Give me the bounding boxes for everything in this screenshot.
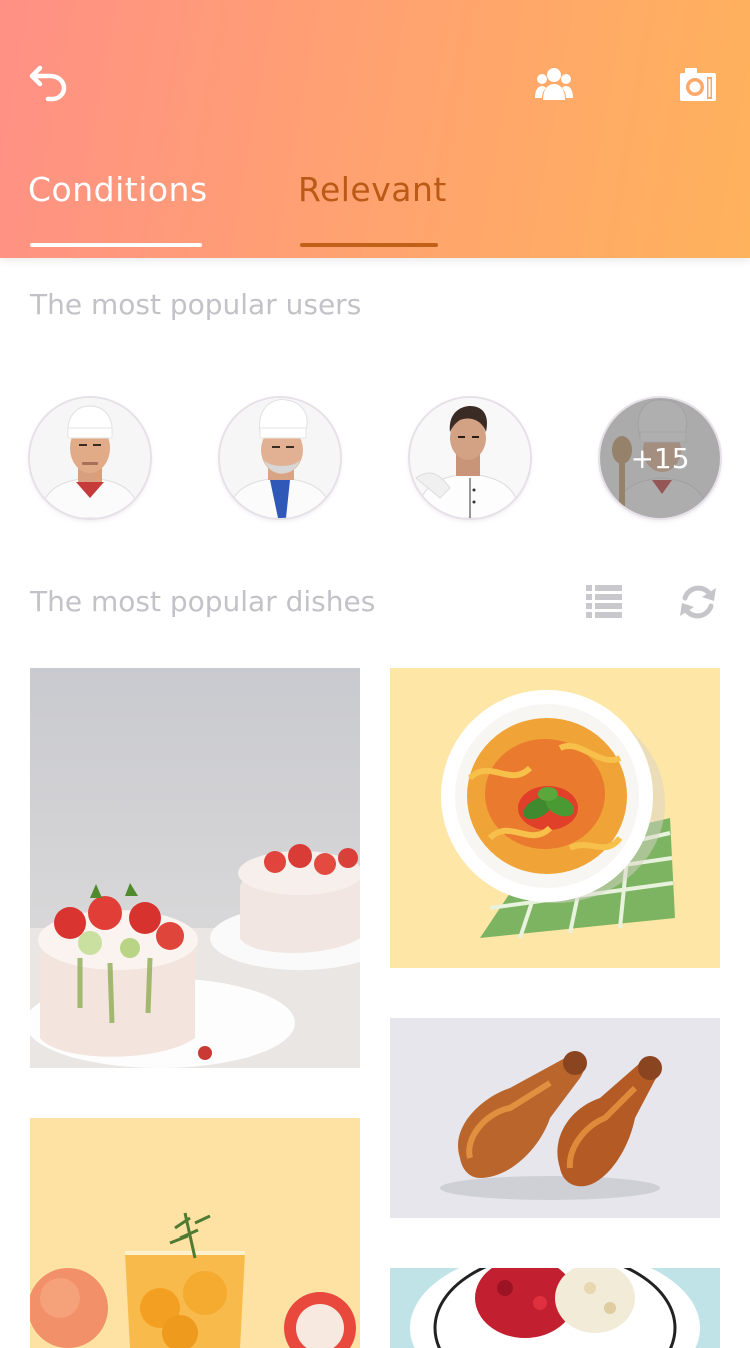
users-button[interactable] [532, 62, 576, 106]
tab-relevant-underline [300, 243, 438, 247]
tab-conditions-label: Conditions [28, 170, 208, 209]
refresh-icon [680, 585, 716, 619]
list-icon [586, 585, 622, 618]
refresh-button[interactable] [678, 582, 718, 622]
dish-card-strawberry-cake[interactable] [30, 668, 360, 1068]
camera-button[interactable] [676, 62, 720, 106]
users-icon [535, 68, 573, 100]
tab-relevant-label: Relevant [298, 170, 447, 209]
list-view-button[interactable] [584, 582, 624, 622]
undo-icon [29, 65, 67, 102]
chef-avatar-1[interactable] [30, 398, 150, 518]
dish-card-chicken-wings[interactable] [390, 1018, 720, 1218]
dish-card-salad-bowl[interactable] [390, 1268, 720, 1348]
popular-users-title: The most popular users [30, 288, 362, 321]
back-button[interactable] [26, 60, 70, 104]
popular-dishes-title: The most popular dishes [30, 585, 376, 618]
more-users-count: +15 [600, 398, 720, 518]
tab-relevant[interactable]: Relevant [298, 170, 447, 250]
dish-card-pasta-plate[interactable] [390, 668, 720, 968]
chef-avatar-2[interactable] [220, 398, 340, 518]
tab-conditions-underline [30, 243, 202, 247]
chef-avatar-3[interactable] [410, 398, 530, 518]
chef-avatar-more[interactable]: +15 [600, 398, 720, 518]
camera-icon [680, 68, 716, 101]
header-bar: Conditions Relevant [0, 0, 750, 258]
dish-card-orange-drink[interactable] [30, 1118, 360, 1348]
tab-conditions[interactable]: Conditions [28, 170, 208, 250]
